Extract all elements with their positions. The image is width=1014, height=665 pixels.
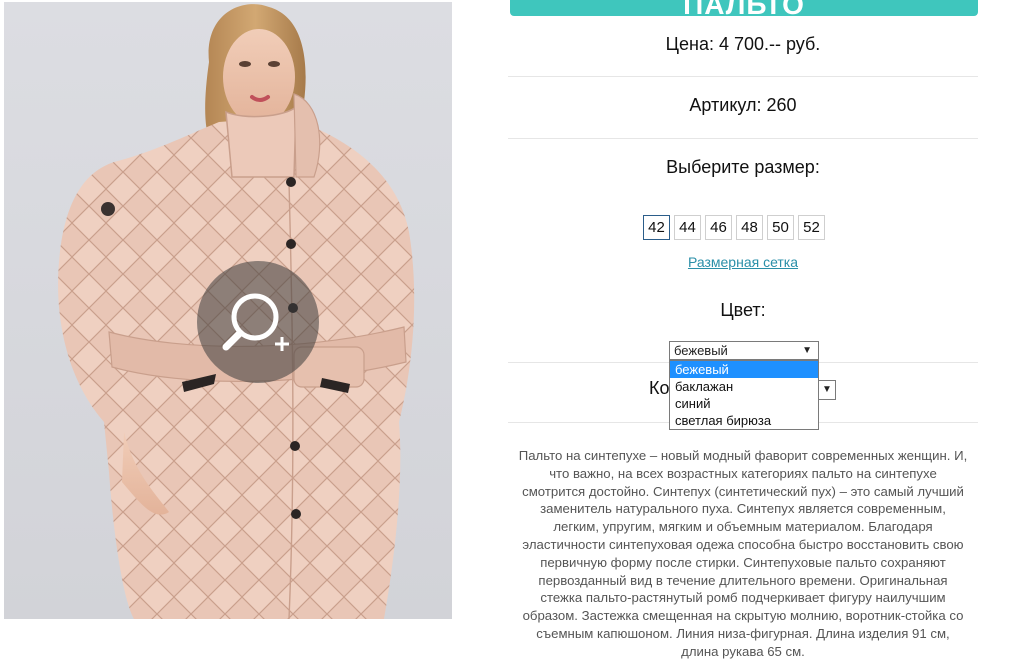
product-photo[interactable] [4, 2, 452, 619]
product-title: ПАЛЬТО [683, 0, 805, 16]
product-info: ПАЛЬТО Цена: 4 700.-- руб. Артикул: 260 … [508, 0, 978, 665]
size-option-42[interactable]: 42 [643, 215, 670, 240]
quantity-select-arrow[interactable]: ▼ [819, 380, 836, 400]
color-dropdown-list: бежевый баклажан синий светлая бирюза [669, 360, 819, 430]
color-select-value: бежевый [674, 343, 728, 358]
chevron-down-icon: ▼ [802, 345, 812, 356]
size-chart-link[interactable]: Размерная сетка [508, 254, 978, 270]
color-option-light-turquoise[interactable]: светлая бирюза [670, 412, 818, 429]
color-option-beige[interactable]: бежевый [670, 361, 818, 378]
product-title-bar: ПАЛЬТО [510, 0, 978, 16]
quantity-label: Ко [649, 378, 670, 398]
product-description: Пальто на синтепухе – новый модный фавор… [518, 448, 968, 659]
zoom-in-icon [222, 293, 289, 351]
size-option-50[interactable]: 50 [767, 215, 794, 240]
size-option-46[interactable]: 46 [705, 215, 732, 240]
divider [508, 76, 978, 77]
color-label: Цвет: [720, 300, 766, 320]
article-number: Артикул: 260 [689, 95, 797, 115]
color-select[interactable]: бежевый ▼ [669, 341, 819, 360]
zoom-button[interactable] [197, 261, 319, 383]
price: Цена: 4 700.-- руб. [665, 34, 821, 54]
divider [508, 138, 978, 139]
color-option-eggplant[interactable]: баклажан [670, 378, 818, 395]
size-option-52[interactable]: 52 [798, 215, 825, 240]
size-prompt: Выберите размер: [666, 157, 820, 177]
size-selector: 42 44 46 48 50 52 [643, 215, 825, 241]
color-option-blue[interactable]: синий [670, 395, 818, 412]
size-option-48[interactable]: 48 [736, 215, 763, 240]
size-option-44[interactable]: 44 [674, 215, 701, 240]
